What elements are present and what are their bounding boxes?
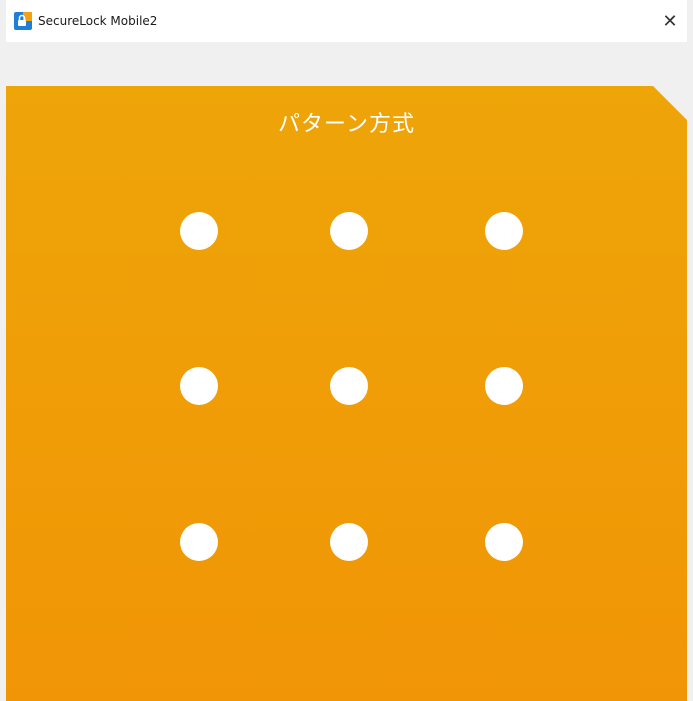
pattern-dot-2[interactable] — [330, 212, 368, 250]
title-bar: SecureLock Mobile2 ✕ — [6, 0, 687, 42]
app-window: SecureLock Mobile2 ✕ パターン方式 — [0, 0, 693, 701]
pattern-dot-4[interactable] — [180, 367, 218, 405]
pattern-dot-9[interactable] — [485, 523, 523, 561]
pattern-dot-8[interactable] — [330, 523, 368, 561]
pattern-dot-3[interactable] — [485, 212, 523, 250]
header-spacer — [6, 42, 687, 86]
pattern-dot-1[interactable] — [180, 212, 218, 250]
pattern-grid[interactable] — [6, 86, 687, 701]
window-title: SecureLock Mobile2 — [38, 14, 158, 28]
pattern-dot-6[interactable] — [485, 367, 523, 405]
close-button[interactable]: ✕ — [653, 0, 687, 42]
pattern-panel: パターン方式 — [6, 86, 687, 701]
pattern-dot-7[interactable] — [180, 523, 218, 561]
pattern-dot-5[interactable] — [330, 367, 368, 405]
close-icon: ✕ — [662, 10, 678, 32]
app-icon — [14, 12, 32, 30]
